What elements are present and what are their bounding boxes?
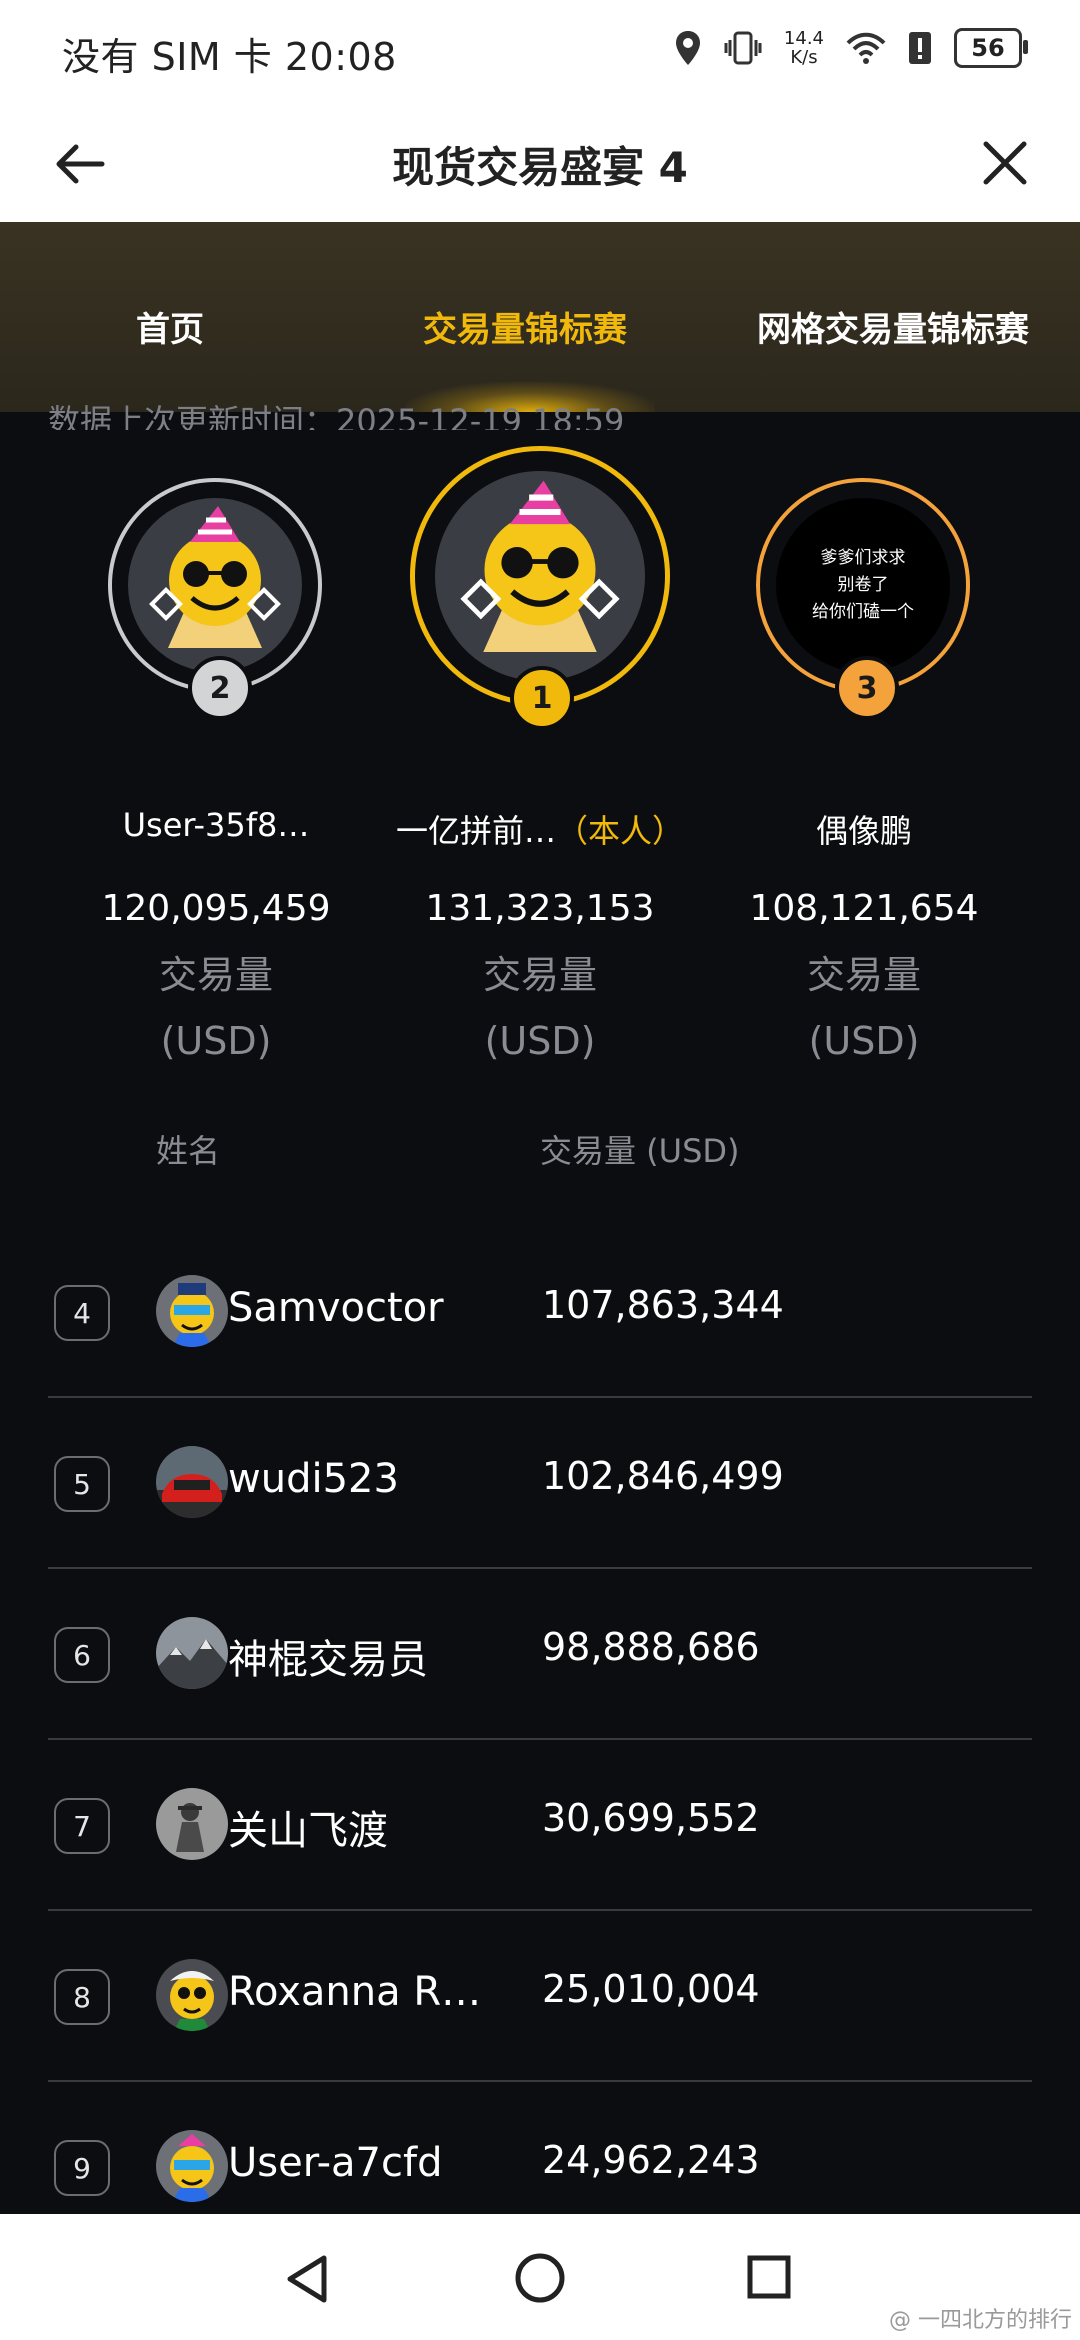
- net-speed: 14.4 K/s: [783, 28, 824, 68]
- rank-badge-1: 1: [510, 666, 574, 730]
- podium-second-unit-label: (USD): [160, 1019, 272, 1063]
- self-tag: （本人）: [556, 812, 685, 850]
- podium-first-name-line: 一亿拼前…（本人）: [380, 806, 700, 852]
- rank-number: 5: [54, 1456, 110, 1512]
- recent-apps-square-icon[interactable]: [746, 2254, 792, 2300]
- podium-first-name: 一亿拼前…: [395, 812, 556, 850]
- podium-third-unit-label: (USD): [808, 1019, 920, 1063]
- podium-second-volume: 120,095,459: [101, 888, 331, 929]
- volume-value: 24,962,243: [542, 2138, 760, 2182]
- rank-badge-3: 3: [835, 656, 899, 720]
- back-triangle-icon[interactable]: [284, 2254, 330, 2304]
- table-row[interactable]: 4 Samvoctor 107,863,344: [48, 1225, 1032, 1398]
- user-name: Roxanna R…: [228, 1969, 482, 2015]
- system-nav-bar: @ 一四北方的排行: [0, 2214, 1080, 2340]
- user-name: wudi523: [228, 1456, 399, 1502]
- tab-volume-championship[interactable]: 交易量锦标赛: [423, 302, 627, 351]
- table-row[interactable]: 6 神棍交易员 98,888,686: [48, 1567, 1032, 1740]
- podium-second-name: User-35f8…: [122, 806, 310, 844]
- tab-grid-volume-championship[interactable]: 网格交易量锦标赛: [757, 302, 1029, 351]
- alert-icon: [909, 32, 931, 64]
- podium-first-volume-label: 交易量: [482, 953, 597, 997]
- rank-number: 6: [54, 1627, 110, 1683]
- top-nav: 现货交易盛宴 4: [0, 104, 1080, 222]
- location-icon: [675, 31, 700, 65]
- avatar: [435, 471, 645, 681]
- table-row[interactable]: 8 Roxanna R… 25,010,004: [48, 1909, 1032, 2082]
- battery-icon: 56: [954, 28, 1028, 68]
- tab-home[interactable]: 首页: [136, 302, 204, 351]
- avatar: [156, 1788, 228, 1860]
- avatar: [156, 1446, 228, 1518]
- user-name: 神棍交易员: [228, 1637, 428, 1683]
- podium-first-volume: 131,323,153: [425, 888, 655, 929]
- rank-number: 7: [54, 1798, 110, 1854]
- user-name: Samvoctor: [228, 1285, 444, 1331]
- rank-number: 9: [54, 2140, 110, 2196]
- wifi-icon: [846, 32, 886, 64]
- table-row[interactable]: 7 关山飞渡 30,699,552: [48, 1738, 1032, 1911]
- podium-third-volume-label: 交易量: [806, 953, 921, 997]
- tab-bar: 首页 交易量锦标赛 网格交易量锦标赛: [0, 222, 1080, 412]
- status-bar: 没有 SIM 卡 20:08 14.4 K/s 56: [0, 0, 1080, 104]
- user-name: 关山飞渡: [228, 1808, 388, 1854]
- rank-number: 4: [54, 1285, 110, 1341]
- avatar: [156, 1275, 228, 1347]
- watermark: @ 一四北方的排行: [889, 2308, 1072, 2333]
- vibrate-icon: [724, 31, 762, 65]
- volume-value: 30,699,552: [542, 1796, 760, 1840]
- podium-second-volume-label: 交易量: [158, 953, 273, 997]
- status-icons: 14.4 K/s 56: [674, 28, 1028, 68]
- podium-first-unit-label: (USD): [484, 1019, 596, 1063]
- volume-value: 25,010,004: [542, 1967, 760, 2011]
- avatar: [128, 498, 302, 672]
- rank-badge-2: 2: [188, 656, 252, 720]
- user-name: User-a7cfd: [228, 2140, 443, 2186]
- volume-value: 98,888,686: [542, 1625, 760, 1669]
- page-title: 现货交易盛宴 4: [392, 143, 688, 192]
- carrier-time: 没有 SIM 卡 20:08: [62, 35, 397, 79]
- last-updated-text: 数据上次更新时间：2025-12-19 18:59: [48, 402, 625, 430]
- avatar: 爹爹们求求 别卷了 给你们磕一个: [776, 498, 950, 672]
- avatar: [156, 1959, 228, 2031]
- column-header-name: 姓名: [156, 1132, 221, 1170]
- home-circle-icon[interactable]: [514, 2252, 566, 2304]
- avatar: [156, 2130, 228, 2202]
- avatar: [156, 1617, 228, 1689]
- volume-value: 107,863,344: [542, 1283, 784, 1327]
- column-header-volume: 交易量 (USD): [540, 1132, 740, 1170]
- volume-value: 102,846,499: [542, 1454, 784, 1498]
- podium-third-volume: 108,121,654: [749, 888, 979, 929]
- rank-number: 8: [54, 1969, 110, 2025]
- close-icon[interactable]: [980, 138, 1030, 188]
- podium-third-name: 偶像鹏: [815, 812, 912, 850]
- table-row[interactable]: 5 wudi523 102,846,499: [48, 1396, 1032, 1569]
